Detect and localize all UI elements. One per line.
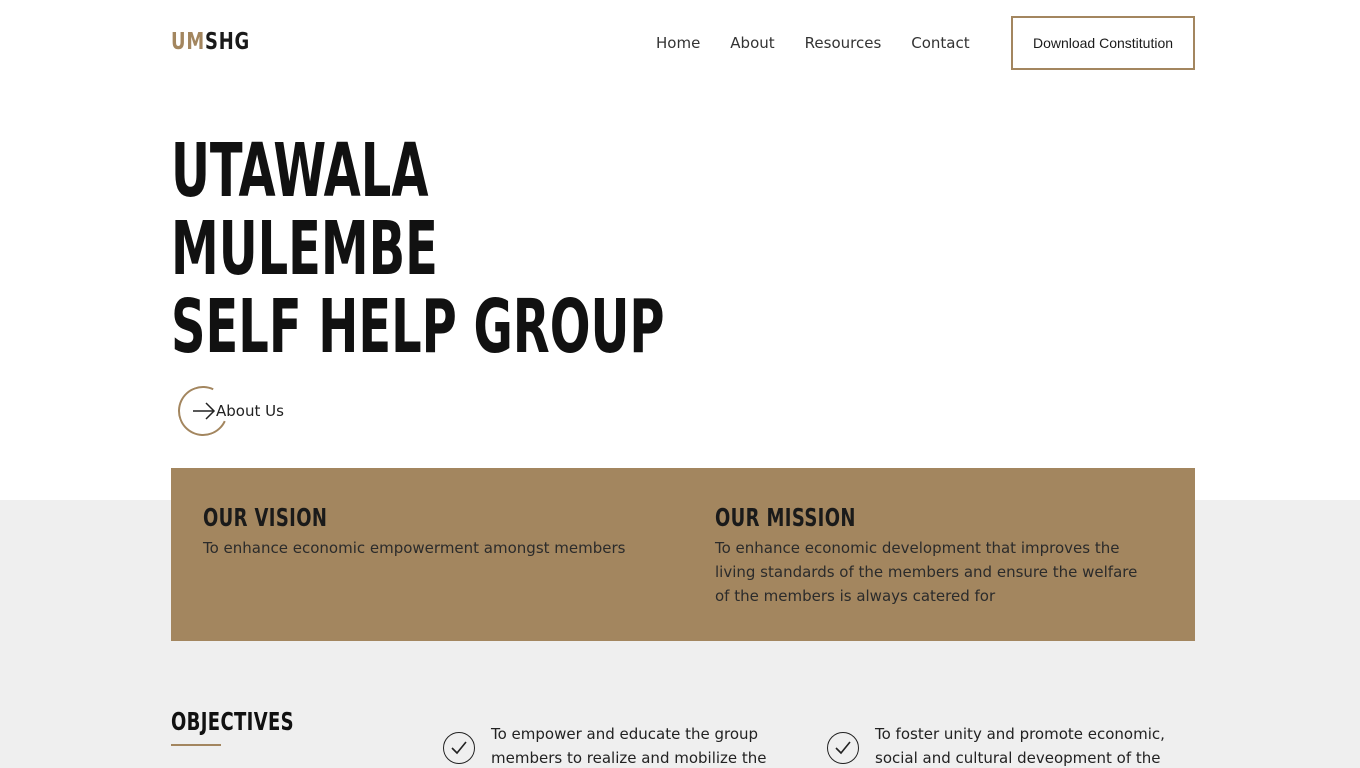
mission-text: To enhance economic development that imp… [715, 539, 1138, 605]
logo-part-shg: SHG [204, 29, 250, 55]
vision-text: To enhance economic empowerment amongst … [203, 539, 626, 557]
arrow-right-icon [193, 402, 216, 420]
check-circle-icon [827, 732, 859, 764]
main-nav: Home About Resources Contact [656, 33, 1000, 53]
objectives-heading: OBJECTIVES [171, 707, 294, 736]
site-header: UMSHG Home About Resources Contact Downl… [0, 0, 1360, 86]
about-us-label: About Us [216, 402, 284, 420]
download-constitution-button[interactable]: Download Constitution [1011, 16, 1195, 70]
hero-title-line-2: MULEMBE [171, 206, 438, 292]
objectives-underline [171, 744, 221, 746]
hero-title-line-1: UTAWALA [171, 128, 429, 214]
hero-title-line-3: SELF HELP GROUP [171, 284, 665, 370]
vision-mission-card: OUR VISION To enhance economic empowerme… [171, 468, 1195, 641]
objective-text: To foster unity and promote economic, so… [875, 725, 1165, 767]
logo-part-um: UM [171, 29, 205, 55]
nav-contact[interactable]: Contact [911, 33, 969, 53]
nav-home[interactable]: Home [656, 33, 700, 53]
check-circle-icon [443, 732, 475, 764]
vision-heading: OUR VISION [203, 503, 328, 532]
hero-title: UTAWALA MULEMBE SELF HELP GROUP [171, 132, 664, 366]
vision-block: OUR VISION To enhance economic empowerme… [203, 504, 643, 560]
nav-resources[interactable]: Resources [805, 33, 882, 53]
site-logo[interactable]: UMSHG [171, 28, 250, 56]
nav-about[interactable]: About [730, 33, 774, 53]
objective-text: To empower and educate the group members… [491, 725, 767, 767]
mission-block: OUR MISSION To enhance economic developm… [715, 504, 1155, 608]
mission-heading: OUR MISSION [715, 503, 856, 532]
